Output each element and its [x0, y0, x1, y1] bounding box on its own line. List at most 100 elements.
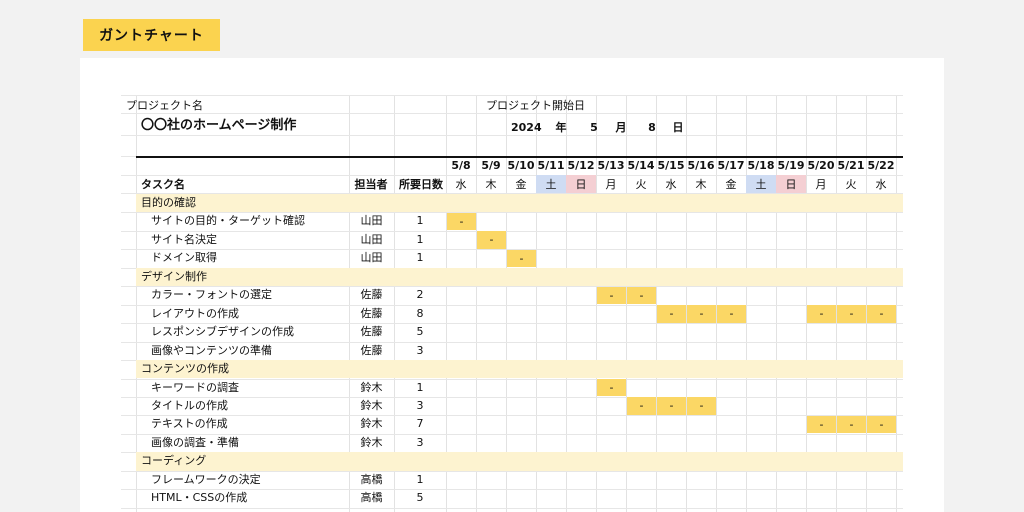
- year-unit: 年: [555, 121, 567, 134]
- weekday-header: 火: [845, 178, 857, 191]
- weekday-header: 水: [875, 178, 887, 191]
- weekday-header: 水: [455, 178, 467, 191]
- gantt-bar-cell: -: [717, 305, 746, 323]
- task-days: 2: [416, 288, 424, 302]
- task-owner: 鈴木: [360, 380, 383, 394]
- grid-row-line: [121, 507, 903, 509]
- start-date-label: プロジェクト開始日: [486, 99, 585, 112]
- task-name: テキストの作成: [151, 417, 228, 431]
- start-year: 2024: [511, 121, 542, 134]
- group-band: [136, 267, 903, 287]
- task-owner: 高橋: [360, 472, 383, 486]
- task-days: 3: [416, 398, 424, 412]
- task-name: ドメイン取得: [151, 251, 217, 265]
- group-name: コーディング: [141, 454, 207, 468]
- date-header: 5/9: [481, 159, 501, 172]
- task-days: 3: [416, 343, 424, 357]
- spreadsheet-panel: プロジェクト名 〇〇社のホームページ制作 プロジェクト開始日 2024 年 5 …: [80, 58, 944, 512]
- date-header: 5/22: [867, 159, 895, 172]
- task-days: 1: [416, 251, 424, 265]
- month-unit: 月: [615, 121, 627, 134]
- task-name: サイトの目的・ターゲット確認: [151, 214, 305, 228]
- date-header: 5/13: [597, 159, 625, 172]
- weekday-header: 木: [485, 178, 497, 191]
- task-owner: 佐藤: [360, 306, 383, 320]
- task-days: 8: [416, 306, 424, 320]
- gantt-bar-cell: -: [477, 231, 506, 249]
- group-name: コンテンツの作成: [141, 362, 229, 376]
- weekday-header: 月: [605, 178, 617, 191]
- date-header: 5/8: [451, 159, 471, 172]
- weekday-header: 日: [575, 178, 587, 191]
- task-owner: 高橋: [360, 491, 383, 505]
- grid-row-line: [121, 230, 903, 232]
- date-header: 5/17: [717, 159, 745, 172]
- gantt-bar-cell: -: [687, 305, 716, 323]
- gantt-bar-cell: -: [867, 305, 896, 323]
- project-name: 〇〇社のホームページ制作: [141, 118, 297, 133]
- task-name: レスポンシブデザインの作成: [151, 325, 294, 339]
- gantt-bar-cell: -: [597, 286, 626, 305]
- project-name-label: プロジェクト名: [126, 99, 203, 112]
- task-days: 1: [416, 232, 424, 246]
- task-owner: 佐藤: [360, 288, 383, 302]
- task-owner: 佐藤: [360, 325, 383, 339]
- task-days: 1: [416, 214, 424, 228]
- task-name: フレームワークの決定: [151, 472, 261, 486]
- task-owner: 鈴木: [360, 417, 383, 431]
- task-days: 5: [416, 325, 424, 339]
- task-name: サイト名決定: [151, 232, 217, 246]
- task-owner: 鈴木: [360, 435, 383, 449]
- group-band: [136, 452, 903, 471]
- weekday-header: 土: [755, 178, 767, 191]
- grid-row-line: [121, 95, 903, 96]
- gantt-bar-cell: -: [807, 415, 836, 434]
- weekday-header: 金: [725, 178, 737, 191]
- grid-row-line: [121, 415, 903, 417]
- gantt-bar-cell: -: [627, 397, 656, 415]
- date-header: 5/10: [507, 159, 535, 172]
- gantt-bar-cell: -: [657, 397, 686, 415]
- date-header: 5/11: [537, 159, 565, 172]
- start-month: 5: [590, 121, 598, 134]
- date-header: 5/21: [837, 159, 865, 172]
- task-owner: 山田: [360, 214, 383, 228]
- group-band: [136, 360, 903, 379]
- day-unit: 日: [672, 121, 684, 134]
- task-owner: 鈴木: [360, 398, 383, 412]
- page-title-badge: ガントチャート: [83, 19, 220, 51]
- weekday-header: 水: [665, 178, 677, 191]
- gantt-bar-cell: -: [597, 379, 626, 397]
- task-name: カラー・フォントの選定: [151, 288, 272, 302]
- date-header: 5/12: [567, 159, 595, 172]
- task-name: 画像の調査・準備: [151, 435, 239, 449]
- date-header: 5/20: [807, 159, 835, 172]
- weekday-header: 木: [695, 178, 707, 191]
- gantt-bar-cell: -: [627, 286, 656, 305]
- weekday-header: 日: [785, 178, 797, 191]
- grid-row-line: [121, 396, 903, 398]
- weekday-header: 土: [545, 178, 557, 191]
- task-owner: 山田: [360, 232, 383, 246]
- task-name: 画像やコンテンツの準備: [151, 343, 272, 357]
- task-name: レイアウトの作成: [151, 306, 239, 320]
- weekday-header: 月: [815, 178, 827, 191]
- gantt-bar-cell: -: [447, 212, 476, 231]
- header-days: 所要日数: [399, 178, 443, 191]
- header-task-name: タスク名: [141, 178, 185, 191]
- task-name: HTML・CSSの作成: [151, 491, 248, 505]
- task-days: 7: [416, 417, 424, 431]
- task-days: 5: [416, 491, 424, 505]
- task-name: キーワードの調査: [151, 380, 239, 394]
- gantt-bar-cell: -: [807, 305, 836, 323]
- gantt-sheet: プロジェクト名 〇〇社のホームページ制作 プロジェクト開始日 2024 年 5 …: [121, 95, 903, 512]
- task-days: 3: [416, 435, 424, 449]
- date-header: 5/15: [657, 159, 685, 172]
- date-header: 5/14: [627, 159, 655, 172]
- date-header: 5/16: [687, 159, 715, 172]
- task-owner: 山田: [360, 251, 383, 265]
- task-owner: 佐藤: [360, 343, 383, 357]
- gantt-bar-cell: -: [657, 305, 686, 323]
- weekday-header: 金: [515, 178, 527, 191]
- gantt-bar-cell: -: [507, 249, 536, 268]
